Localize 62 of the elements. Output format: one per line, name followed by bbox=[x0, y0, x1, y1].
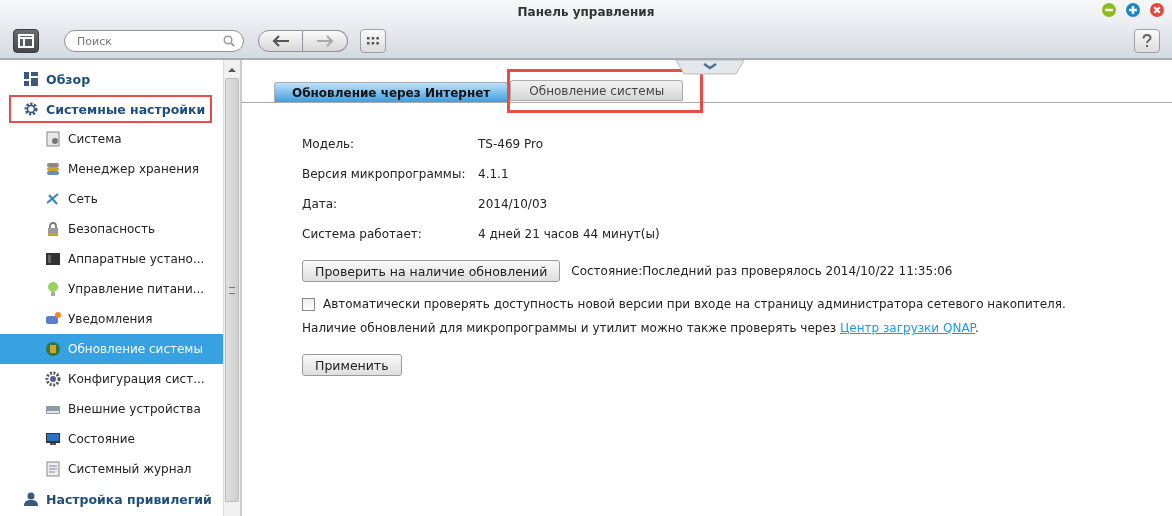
chip-icon bbox=[45, 341, 61, 357]
bulb-icon bbox=[45, 281, 61, 297]
close-button[interactable] bbox=[1150, 3, 1164, 17]
info-value: 2014/10/03 bbox=[478, 197, 549, 211]
sidebar-item[interactable]: Внешние устройства bbox=[0, 394, 224, 424]
document-icon bbox=[45, 131, 61, 147]
user-icon bbox=[23, 491, 39, 507]
search-icon bbox=[223, 35, 235, 47]
sidebar-item[interactable]: Уведомления bbox=[0, 304, 224, 334]
sidebar-item[interactable]: Управление питани... bbox=[0, 274, 224, 304]
info-value: 4.1.1 bbox=[478, 167, 510, 181]
sidebar-toggle-button[interactable] bbox=[13, 29, 39, 53]
sidebar-item[interactable]: Менеджер хранения bbox=[0, 154, 224, 184]
gear-icon bbox=[23, 101, 39, 117]
forward-button[interactable] bbox=[303, 30, 348, 52]
sidebar-group[interactable]: Настройка привилегий bbox=[0, 484, 224, 514]
disk-stack-icon bbox=[45, 161, 61, 177]
minimize-button[interactable] bbox=[1102, 3, 1116, 17]
question-mark-icon bbox=[1142, 34, 1152, 48]
info-value: 4 дней 21 часов 44 минут(ы) bbox=[478, 227, 661, 241]
window-title: Панель управления bbox=[517, 5, 655, 19]
sidebar-item[interactable]: Состояние bbox=[0, 424, 224, 454]
scrollbar[interactable] bbox=[223, 60, 240, 516]
overview-icon bbox=[23, 71, 39, 87]
collapse-tab[interactable] bbox=[676, 60, 744, 76]
help-button[interactable] bbox=[1134, 29, 1160, 53]
monitor-alert-icon bbox=[45, 311, 61, 327]
network-icon bbox=[45, 191, 61, 207]
sidebar-group[interactable]: Системные настройки bbox=[8, 94, 214, 124]
right-arrow-icon bbox=[316, 35, 334, 47]
cog-icon bbox=[45, 371, 61, 387]
lock-icon bbox=[45, 221, 61, 237]
search-field[interactable]: Поиск bbox=[64, 30, 244, 52]
info-label: Модель: bbox=[302, 137, 356, 151]
sidebar-item[interactable]: Безопасность bbox=[0, 214, 224, 244]
status-text: Состояние:Последний раз проверялось 2014/10/22 11:35:06 bbox=[571, 264, 953, 278]
info-label: Система работает: bbox=[302, 227, 423, 241]
sidebar-item[interactable]: Конфигурация сист... bbox=[0, 364, 224, 394]
monitor-icon bbox=[45, 431, 61, 447]
back-button[interactable] bbox=[258, 30, 303, 52]
apps-button[interactable] bbox=[360, 29, 386, 53]
left-arrow-icon bbox=[271, 35, 290, 47]
check-updates-button[interactable]: Проверить на наличие обновлений bbox=[302, 260, 561, 282]
tab[interactable]: Обновление через Интернет bbox=[274, 82, 509, 102]
info-label: Дата: bbox=[302, 197, 339, 211]
panel-layout-icon bbox=[18, 34, 34, 48]
sidebar-item[interactable]: Аппаратные устано... bbox=[0, 244, 224, 274]
auto-check-checkbox[interactable] bbox=[302, 297, 315, 311]
info-value: TS-469 Pro bbox=[478, 137, 545, 151]
sidebar-item[interactable]: Системный журнал bbox=[0, 454, 224, 484]
sidebar-item[interactable]: Система bbox=[0, 124, 224, 154]
sidebar-group[interactable]: Обзор bbox=[0, 64, 224, 94]
tab[interactable]: Обновление системы bbox=[510, 80, 684, 101]
sidebar-item[interactable]: Сеть bbox=[0, 184, 224, 214]
auto-check-label: Автоматически проверять доступность новой версии при входе на страницу администратора сетевого накопителя. bbox=[323, 297, 1066, 311]
device-icon bbox=[45, 251, 61, 267]
info-label: Версия микропрограммы: bbox=[302, 167, 467, 181]
maximize-button[interactable] bbox=[1126, 3, 1140, 17]
log-icon bbox=[45, 461, 61, 477]
note-text: Наличие обновлений для микропрограммы и утилит можно также проверять через Центр загрузки QNAP. bbox=[302, 321, 980, 335]
apply-button[interactable]: Применить bbox=[302, 354, 402, 376]
grid-icon bbox=[367, 37, 379, 45]
